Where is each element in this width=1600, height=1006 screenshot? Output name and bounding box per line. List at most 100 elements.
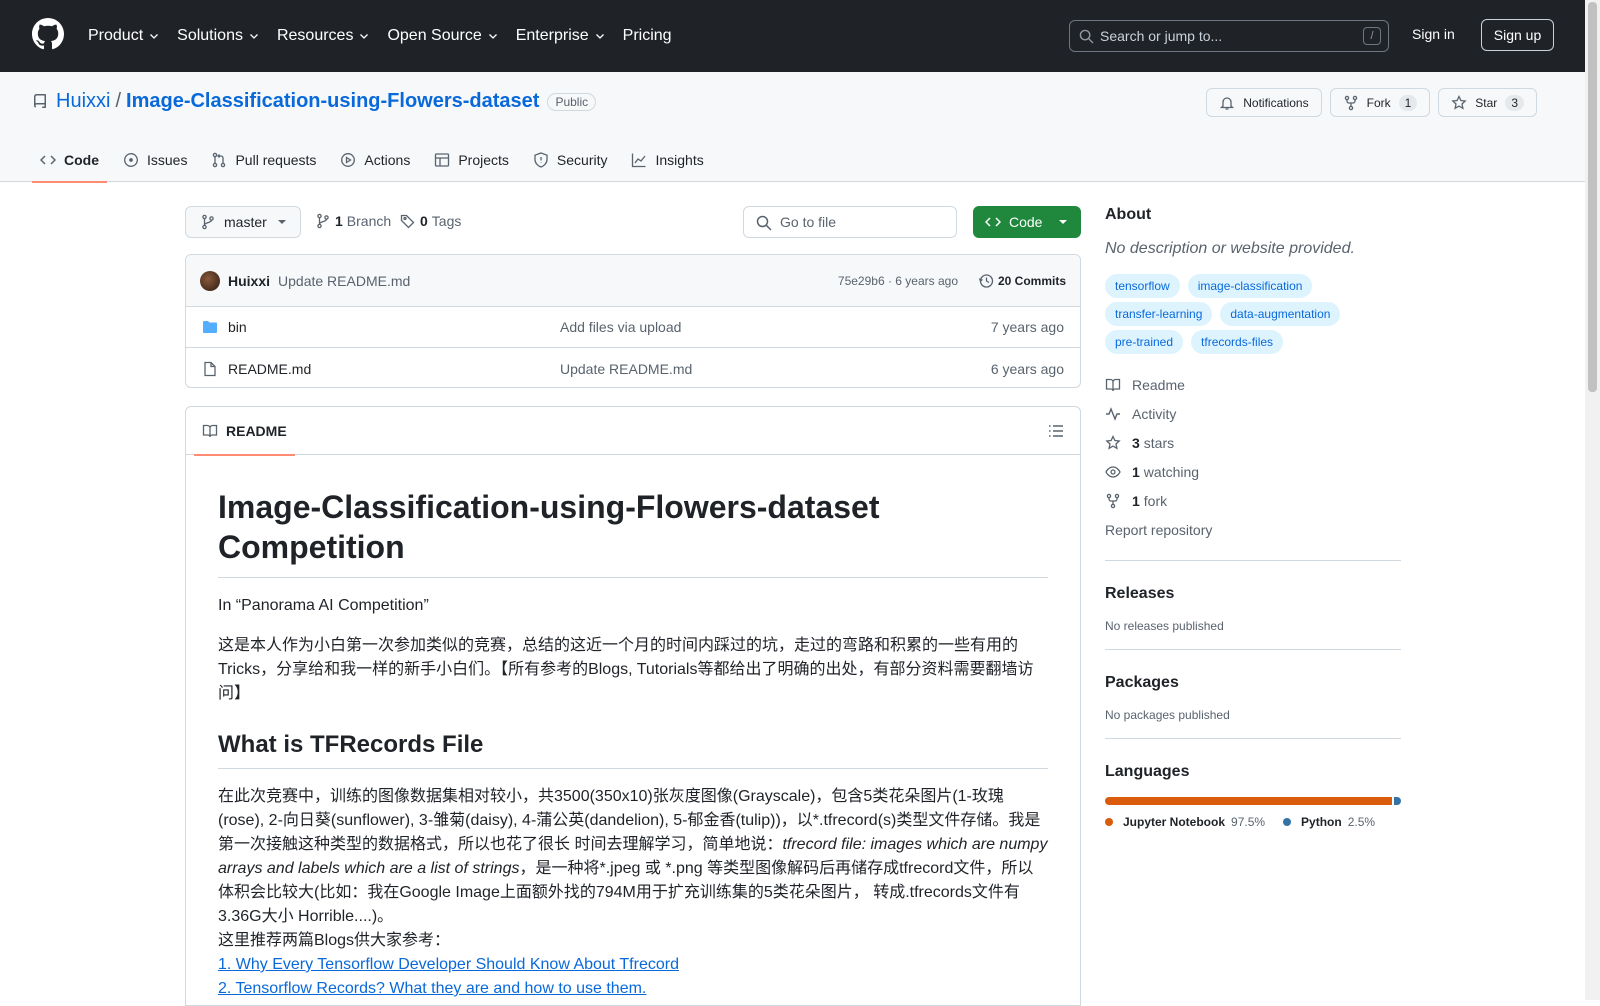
- fork-button[interactable]: Fork 1: [1329, 88, 1431, 117]
- visibility-badge: Public: [547, 92, 597, 111]
- tag-icon: [400, 214, 415, 229]
- language-item[interactable]: Jupyter Notebook 97.5%: [1105, 815, 1265, 829]
- readme-link[interactable]: Readme: [1105, 370, 1401, 399]
- watchers-link[interactable]: 1 watching: [1105, 457, 1401, 486]
- commits-link[interactable]: 20 Commits: [978, 273, 1066, 289]
- file-commit-message[interactable]: Update README.md: [560, 361, 692, 377]
- scrollbar-thumb[interactable]: [1588, 2, 1597, 392]
- tab-insights[interactable]: Insights: [623, 138, 711, 182]
- pull-request-icon: [213, 152, 226, 168]
- tab-pull-requests[interactable]: Pull requests: [203, 138, 324, 182]
- star-button[interactable]: Star 3: [1438, 88, 1537, 117]
- report-repository-link[interactable]: Report repository: [1105, 515, 1401, 544]
- topic-tag[interactable]: tfrecords-files: [1191, 330, 1284, 354]
- branch-count-label: Branch: [346, 213, 392, 229]
- repo-name-link[interactable]: Image-Classification-using-Flowers-datas…: [126, 90, 539, 113]
- pulse-icon: [1106, 406, 1120, 421]
- star-icon: [1105, 434, 1121, 450]
- nav-pricing[interactable]: Pricing: [623, 27, 672, 45]
- readme-header: README: [186, 407, 1080, 456]
- commit-author[interactable]: Huixxi: [228, 273, 270, 289]
- path-separator: /: [115, 90, 122, 112]
- code-button-label: Code: [1009, 214, 1043, 230]
- file-name-link[interactable]: bin: [228, 319, 247, 335]
- nav-solutions[interactable]: Solutions: [177, 27, 259, 45]
- packages-heading[interactable]: Packages: [1105, 674, 1401, 692]
- activity-link[interactable]: Activity: [1105, 399, 1401, 428]
- tab-actions[interactable]: Actions: [332, 138, 418, 182]
- nav-label: Product: [88, 27, 144, 44]
- search-placeholder: Search or jump to...: [1100, 28, 1223, 44]
- readme-section-heading: What is TFRecords File: [218, 730, 1048, 769]
- search-input[interactable]: Search or jump to... /: [1069, 20, 1389, 52]
- fork-label: fork: [1143, 492, 1168, 509]
- readme-tab[interactable]: README: [194, 407, 295, 456]
- releases-heading[interactable]: Releases: [1105, 585, 1401, 603]
- sign-up-button[interactable]: Sign up: [1481, 19, 1554, 51]
- author-avatar[interactable]: [200, 270, 220, 291]
- language-color-dot: [1283, 818, 1292, 826]
- nav-resources[interactable]: Resources: [277, 27, 369, 45]
- releases-section: Releases No releases published: [1105, 560, 1401, 633]
- folder-icon: [203, 321, 217, 333]
- file-name-link[interactable]: README.md: [228, 361, 311, 377]
- topic-tag[interactable]: image-classification: [1187, 274, 1313, 298]
- topic-tag[interactable]: pre-trained: [1105, 330, 1184, 354]
- languages-heading: Languages: [1105, 763, 1190, 780]
- language-percent: 2.5%: [1347, 815, 1376, 829]
- book-icon: [202, 424, 218, 438]
- tab-label: Code: [64, 152, 99, 168]
- branch-selector-button[interactable]: master: [185, 206, 301, 238]
- topic-tag[interactable]: tensorflow: [1105, 274, 1180, 298]
- language-bar: [1105, 797, 1401, 805]
- language-item[interactable]: Python 2.5%: [1283, 815, 1375, 829]
- stars-label: stars: [1143, 434, 1175, 451]
- latest-commit-bar: Huixxi Update README.md 75e29b6 · 6 year…: [186, 255, 1080, 307]
- watching-count: 1: [1132, 463, 1140, 480]
- file-row: README.md Update README.md 6 years ago: [186, 348, 1080, 387]
- language-color-dot: [1105, 818, 1113, 826]
- nav-label: Solutions: [177, 27, 243, 44]
- forks-link[interactable]: 1 fork: [1105, 486, 1401, 515]
- global-nav: Product Solutions Resources Open Source Ente…: [88, 0, 690, 72]
- file-row: bin Add files via upload 7 years ago: [186, 307, 1080, 348]
- repo-owner-link[interactable]: Huixxi: [56, 90, 110, 113]
- sign-in-link[interactable]: Sign in: [1412, 26, 1455, 42]
- go-to-file-input[interactable]: Go to file: [743, 206, 957, 238]
- code-dropdown-button[interactable]: Code: [973, 206, 1081, 238]
- tab-projects[interactable]: Projects: [426, 138, 517, 182]
- tab-code[interactable]: Code: [32, 138, 107, 183]
- readme-paragraph: 这是本人作为小白第一次参加类似的竞赛，总结的这近一个月的时间内踩过的坑，走过的弯…: [218, 637, 1034, 702]
- stars-link[interactable]: 3 stars: [1105, 428, 1401, 457]
- nav-label: Pricing: [622, 27, 672, 44]
- chevron-down-icon: [488, 34, 497, 39]
- page-scrollbar[interactable]: [1585, 0, 1600, 1000]
- readme-paragraph: 在此次竞赛中，训练的图像数据集相对较小，共3500(350x10)张灰度图像(G…: [218, 785, 1048, 953]
- fork-label: Fork: [1366, 95, 1391, 110]
- tab-issues[interactable]: Issues: [115, 138, 195, 182]
- commit-hash-time[interactable]: 75e29b6 · 6 years ago: [838, 274, 958, 288]
- commit-message[interactable]: Update README.md: [278, 273, 410, 289]
- outline-list-icon[interactable]: [1048, 423, 1064, 439]
- repo-title: Huixxi / Image-Classification-using-Flow…: [32, 90, 597, 113]
- readme-link[interactable]: 1. Why Every Tensorflow Developer Should…: [218, 953, 1048, 977]
- github-logo-icon[interactable]: [32, 18, 64, 50]
- file-icon: [204, 361, 216, 376]
- readme-link[interactable]: 2. Tensorflow Records? What they are and…: [218, 977, 1048, 1001]
- activity-link-label: Activity: [1132, 405, 1177, 422]
- topic-tag[interactable]: data-augmentation: [1220, 302, 1341, 326]
- shield-icon: [534, 152, 548, 168]
- branches-link[interactable]: 1 Branch: [315, 213, 391, 229]
- no-packages-text: No packages published: [1105, 708, 1230, 722]
- repo-icon: [33, 93, 46, 108]
- tags-link[interactable]: 0 Tags: [400, 213, 461, 229]
- nav-enterprise[interactable]: Enterprise: [516, 27, 605, 45]
- topic-tag[interactable]: transfer-learning: [1105, 302, 1213, 326]
- tab-security[interactable]: Security: [525, 138, 616, 182]
- file-commit-message[interactable]: Add files via upload: [560, 319, 681, 335]
- nav-product[interactable]: Product: [88, 27, 159, 45]
- nav-open-source[interactable]: Open Source: [387, 27, 497, 45]
- language-name: Python: [1301, 815, 1342, 829]
- chevron-down-icon: [360, 34, 369, 39]
- notifications-button[interactable]: Notifications: [1206, 88, 1322, 117]
